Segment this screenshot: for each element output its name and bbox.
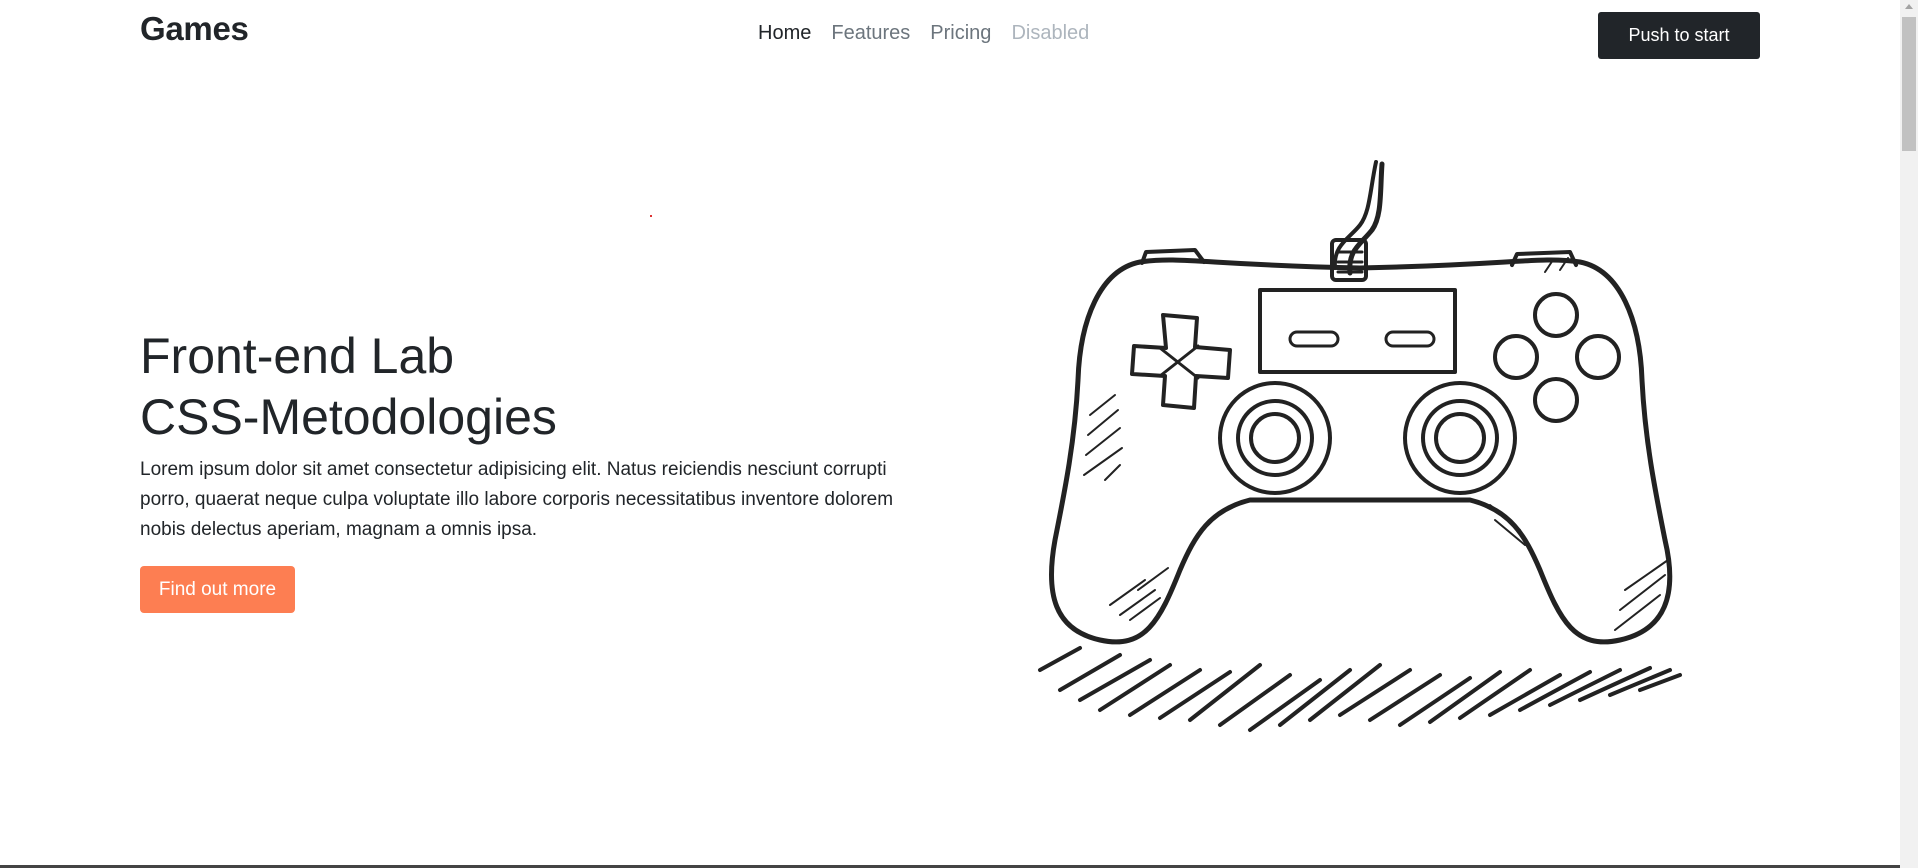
brand-logo[interactable]: Games [140,10,249,48]
gamepad-icon [1038,160,1682,732]
vertical-scrollbar[interactable] [1900,0,1918,868]
hero-title-line-2: CSS-Metodologies [140,389,557,445]
nav-disabled: Disabled [1011,22,1090,44]
nav-home[interactable]: Home [758,22,811,45]
hero-title: Front-end Lab CSS-Metodologies [140,326,557,448]
find-out-more-button[interactable]: Find out more [140,566,295,613]
scrollbar-thumb[interactable] [1902,17,1916,151]
push-to-start-button[interactable]: Push to start [1598,12,1760,59]
scroll-up-arrow-icon[interactable] [1905,4,1913,9]
hero-description: Lorem ipsum dolor sit amet consectetur a… [140,459,894,540]
nav-features[interactable]: Features [831,22,910,45]
hero-title-line-1: Front-end Lab [140,328,455,384]
main-content: Games Home Features Pricing Disabled Pus… [0,0,1900,868]
stray-dot [650,215,652,217]
main-nav: Home Features Pricing Disabled [758,22,1089,45]
page: Games Home Features Pricing Disabled Pus… [0,0,1918,868]
nav-pricing[interactable]: Pricing [930,22,991,45]
